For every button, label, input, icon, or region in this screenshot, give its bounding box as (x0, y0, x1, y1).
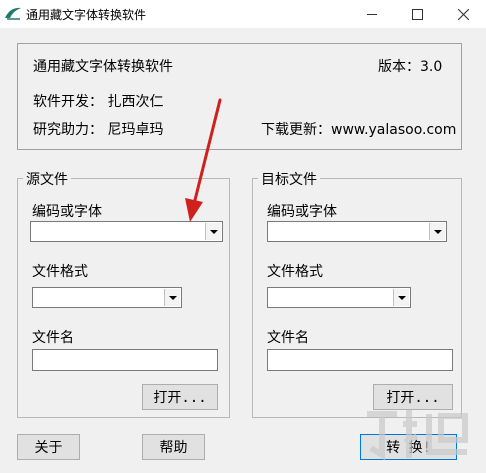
maximize-icon (411, 8, 423, 20)
source-format-select[interactable] (32, 287, 182, 308)
chevron-down-icon[interactable] (393, 289, 409, 306)
target-filename-input[interactable] (267, 349, 453, 371)
watermark-logo (367, 410, 468, 461)
minimize-icon (367, 13, 377, 15)
source-filename-input[interactable] (32, 349, 218, 371)
target-format-label: 文件格式 (267, 264, 323, 280)
close-icon (457, 8, 469, 20)
help-button[interactable]: 帮助 (142, 434, 205, 460)
info-panel: 通用藏文字体转换软件 版本：3.0 软件开发： 扎西次仁 研究助力： 尼玛卓玛 … (17, 43, 462, 150)
title-bar: 通用藏文字体转换软件 (0, 0, 486, 28)
chevron-down-icon[interactable] (164, 289, 180, 306)
maximize-button[interactable] (394, 0, 440, 28)
minimize-button[interactable] (349, 0, 395, 28)
close-button[interactable] (440, 0, 486, 28)
window-title: 通用藏文字体转换软件 (26, 8, 147, 22)
target-filename-label: 文件名 (267, 330, 309, 346)
source-encoding-label: 编码或字体 (32, 204, 102, 220)
target-encoding-select[interactable] (267, 221, 447, 242)
target-format-select[interactable] (267, 287, 411, 308)
about-button[interactable]: 关于 (17, 434, 80, 460)
source-format-label: 文件格式 (32, 264, 88, 280)
source-open-button[interactable]: 打开... (142, 384, 218, 410)
developer-label: 软件开发： 扎西次仁 (33, 94, 164, 110)
app-logo-icon (4, 5, 22, 21)
target-file-group: 目标文件 编码或字体 文件格式 文件名 打开... (252, 169, 462, 418)
chevron-down-icon[interactable] (429, 223, 445, 240)
app-name-label: 通用藏文字体转换软件 (33, 59, 173, 75)
version-label: 版本：3.0 (378, 59, 443, 75)
annotation-arrow-icon (185, 98, 222, 222)
source-filename-label: 文件名 (32, 330, 74, 346)
target-group-label: 目标文件 (258, 169, 320, 189)
source-group-label: 源文件 (23, 169, 71, 189)
assistant-label: 研究助力： 尼玛卓玛 (33, 122, 164, 138)
target-encoding-label: 编码或字体 (267, 204, 337, 220)
download-link[interactable]: 下载更新：www.yalasoo.com (261, 119, 456, 139)
